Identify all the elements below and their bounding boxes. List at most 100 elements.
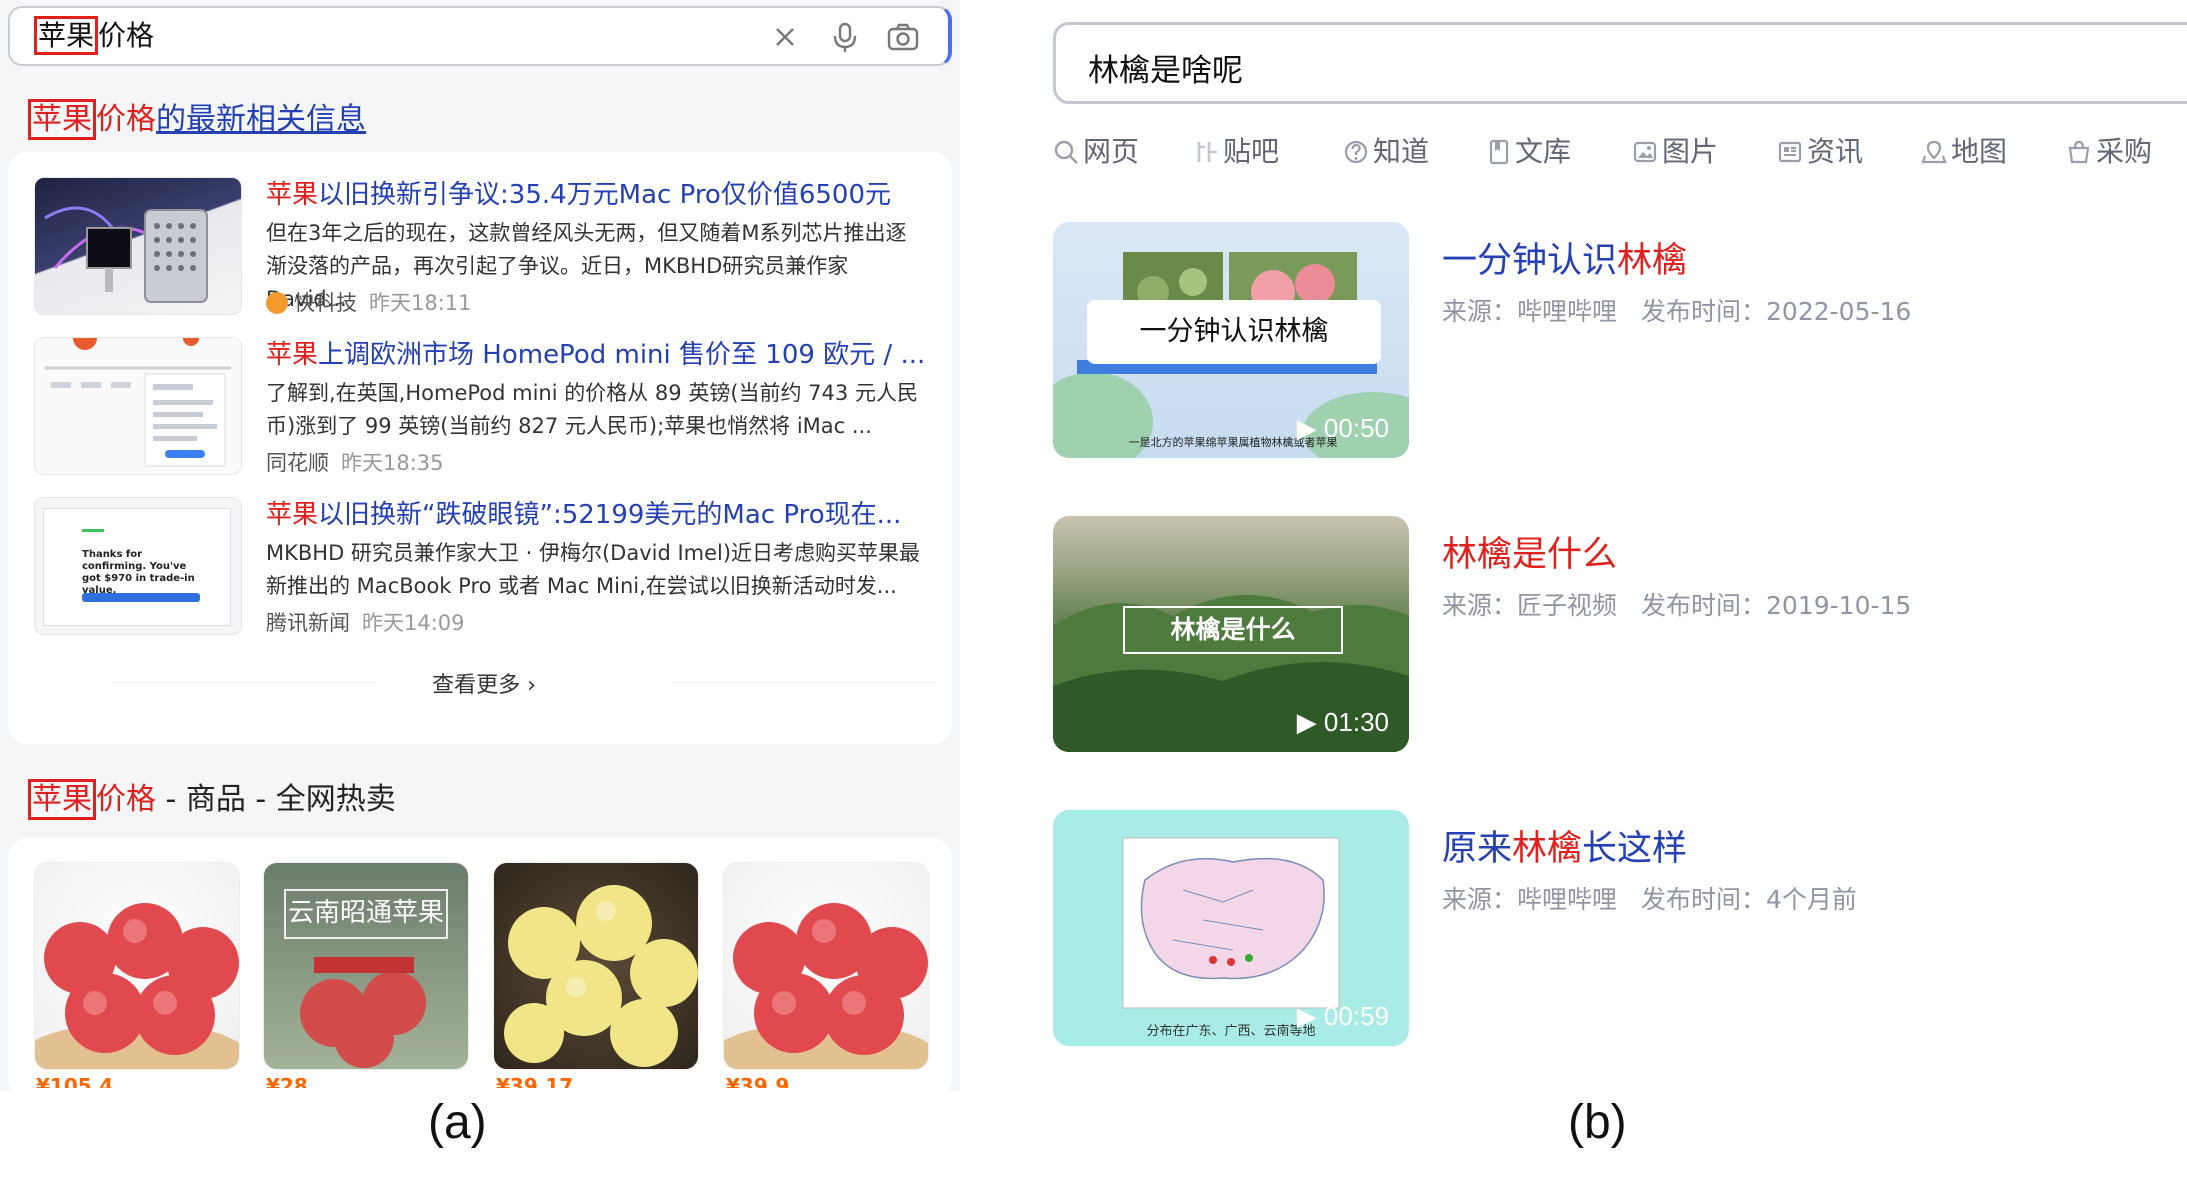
- tab-web[interactable]: 网页: [1053, 130, 1139, 170]
- apple-pile-image-icon: [300, 957, 426, 1068]
- video-title-highlight: 林檎: [1617, 241, 1688, 281]
- video-source: 来源：哔哩哔哩: [1442, 885, 1618, 914]
- see-more-button[interactable]: 查看更多 ›: [34, 667, 934, 699]
- video-title-text: 一分钟认识: [1442, 241, 1618, 281]
- products-header-red: 价格: [96, 782, 156, 817]
- video-thumbnail[interactable]: 林檎是什么 ▶ 01:30: [1053, 516, 1409, 752]
- video-duration: ▶ 01:30: [1297, 707, 1389, 738]
- news-title-highlight: 苹果: [266, 180, 319, 210]
- news-source-name: 快科技: [294, 291, 357, 315]
- play-icon: ▶: [1296, 1001, 1317, 1031]
- news-thumbnail[interactable]: [34, 177, 242, 315]
- play-icon: ▶: [1296, 413, 1317, 443]
- panel-a-search-results: 苹果 价格 苹果 价格的最新相关信息 苹果以旧换新引争议:35.4万元Mac Pro…: [0, 0, 960, 1090]
- video-duration-value: 01:30: [1323, 707, 1389, 737]
- tab-zhidao[interactable]: 知道: [1343, 130, 1429, 170]
- news-time: 昨天18:11: [369, 291, 472, 315]
- camera-icon[interactable]: [886, 20, 920, 54]
- play-icon: ▶: [1296, 707, 1317, 737]
- products-section-title[interactable]: 苹果 价格 - 商品 - 全网热卖: [28, 779, 396, 820]
- chevron-right-icon: ›: [527, 673, 536, 698]
- red-apple-image-icon: [724, 903, 928, 1069]
- video-title[interactable]: 林檎是什么: [1442, 526, 1617, 577]
- products-header-rest: - 商品 - 全网热卖: [156, 782, 396, 817]
- product-item[interactable]: 云南昭通苹果: [263, 862, 469, 1070]
- video-date: 发布时间：4个月前: [1641, 885, 1857, 914]
- news-abstract: MKBHD 研究员兼作家大卫 · 伊梅尔(David Imel)近日考虑购买苹果…: [266, 541, 921, 598]
- search-input[interactable]: 苹果 价格: [34, 16, 155, 55]
- tieba-icon: [1197, 142, 1217, 162]
- search-bar[interactable]: 苹果 价格: [8, 6, 952, 66]
- image-icon: [1633, 141, 1657, 163]
- source-logo-icon: [266, 292, 288, 314]
- video-source: 来源：哔哩哔哩: [1442, 297, 1618, 326]
- video-overlay-title: 一分钟认识林檎: [1087, 300, 1381, 364]
- video-date: 发布时间：2022-05-16: [1641, 297, 1912, 326]
- news-item[interactable]: 苹果上调欧洲市场 HomePod mini 售价至 109 欧元 / ... 了…: [34, 337, 934, 487]
- news-title-highlight: 苹果: [266, 340, 319, 370]
- clear-icon[interactable]: [768, 20, 802, 54]
- video-source: 来源：匠子视频: [1442, 591, 1618, 620]
- news-title-text: 以旧换新“跌破眼镜”:52199美元的Mac Pro现在...: [318, 500, 902, 530]
- news-card: 苹果以旧换新引争议:35.4万元Mac Pro仅价值6500元 但在3年之后的现…: [8, 152, 952, 744]
- video-duration-value: 00:59: [1323, 1001, 1389, 1031]
- news-title[interactable]: 苹果以旧换新“跌破眼镜”:52199美元的Mac Pro现在...: [266, 497, 901, 533]
- video-title-text: 原来: [1442, 829, 1513, 869]
- news-abstract: 了解到,在英国,HomePod mini 的价格从 89 英镑(当前约 743 …: [266, 381, 918, 438]
- search-icon: [1054, 140, 1078, 164]
- news-title[interactable]: 苹果以旧换新引争议:35.4万元Mac Pro仅价值6500元: [266, 177, 891, 213]
- tab-label: 资讯: [1807, 135, 1864, 168]
- tab-label: 贴吧: [1223, 135, 1280, 168]
- query-highlight: 苹果: [34, 16, 99, 55]
- question-icon: [1344, 140, 1368, 164]
- products-header-highlight: 苹果: [28, 779, 96, 820]
- caption-a: (a): [428, 1096, 487, 1149]
- tab-label: 采购: [2096, 135, 2153, 168]
- trade-in-screen: Thanks for confirming. You've got $970 i…: [43, 508, 231, 626]
- see-more-label: 查看更多: [432, 673, 521, 698]
- video-meta: 来源：哔哩哔哩 发布时间：2022-05-16: [1442, 292, 1911, 328]
- tab-tieba[interactable]: 贴吧: [1195, 130, 1279, 170]
- video-meta: 来源：匠子视频 发布时间：2019-10-15: [1442, 586, 1911, 622]
- mac-pro-image-icon: [44, 206, 208, 303]
- video-thumbnail[interactable]: 一分钟认识林檎 一是北方的苹果绵苹果属植物林檎或者苹果 ▶ 00:50: [1053, 222, 1409, 458]
- product-item[interactable]: [723, 862, 929, 1070]
- yellow-apple-image-icon: [504, 885, 698, 1067]
- tab-news[interactable]: 资讯: [1777, 130, 1863, 170]
- query-rest: 价格: [98, 19, 155, 52]
- news-thumbnail[interactable]: [34, 337, 242, 475]
- video-title-highlight: 林檎: [1512, 829, 1583, 869]
- check-icon: [82, 529, 104, 532]
- panel-b-search-results: 林檎是啥呢 网页 贴吧 知道 文库 图片 资讯 地图 采购 一分钟认识林檎 一是…: [1040, 0, 2187, 1090]
- webpage-screenshot-icon: [45, 338, 231, 467]
- tab-wenku[interactable]: 文库: [1487, 130, 1571, 170]
- tab-images[interactable]: 图片: [1632, 130, 1718, 170]
- product-price: ¥39.17: [496, 1074, 574, 1088]
- video-title[interactable]: 原来林檎长这样: [1442, 820, 1687, 871]
- news-source: 腾讯新闻 昨天14:09: [266, 607, 465, 637]
- news-header-link[interactable]: 的最新相关信息: [156, 102, 366, 137]
- news-title-highlight: 苹果: [266, 500, 319, 530]
- search-input[interactable]: 林檎是啥呢: [1088, 45, 1243, 90]
- trade-in-text: Thanks for confirming. You've got $970 i…: [82, 549, 195, 596]
- product-item[interactable]: [34, 862, 240, 1070]
- news-title-text: 上调欧洲市场 HomePod mini 售价至 109 欧元 / ...: [318, 340, 926, 370]
- product-item[interactable]: [493, 862, 699, 1070]
- search-bar[interactable]: 林檎是啥呢: [1053, 22, 2187, 104]
- tab-label: 知道: [1373, 135, 1430, 168]
- tab-map[interactable]: 地图: [1921, 130, 2007, 170]
- news-item[interactable]: Thanks for confirming. You've got $970 i…: [34, 497, 934, 647]
- news-icon: [1778, 141, 1802, 163]
- video-title[interactable]: 一分钟认识林檎: [1442, 232, 1687, 283]
- news-section-title[interactable]: 苹果 价格的最新相关信息: [28, 99, 366, 140]
- tab-purchase[interactable]: 采购: [2066, 130, 2152, 170]
- news-title[interactable]: 苹果上调欧洲市场 HomePod mini 售价至 109 欧元 / ...: [266, 337, 925, 373]
- news-item[interactable]: 苹果以旧换新引争议:35.4万元Mac Pro仅价值6500元 但在3年之后的现…: [34, 177, 934, 327]
- news-thumbnail[interactable]: Thanks for confirming. You've got $970 i…: [34, 497, 242, 635]
- video-duration-value: 00:50: [1323, 413, 1389, 443]
- news-title-text: 以旧换新引争议:35.4万元Mac Pro仅价值6500元: [318, 180, 892, 210]
- microphone-icon[interactable]: [828, 20, 862, 54]
- map-icon: [1921, 140, 1947, 164]
- video-thumbnail[interactable]: 分布在广东、广西、云南等地 ▶ 00:59: [1053, 810, 1409, 1046]
- continue-button: [82, 593, 200, 602]
